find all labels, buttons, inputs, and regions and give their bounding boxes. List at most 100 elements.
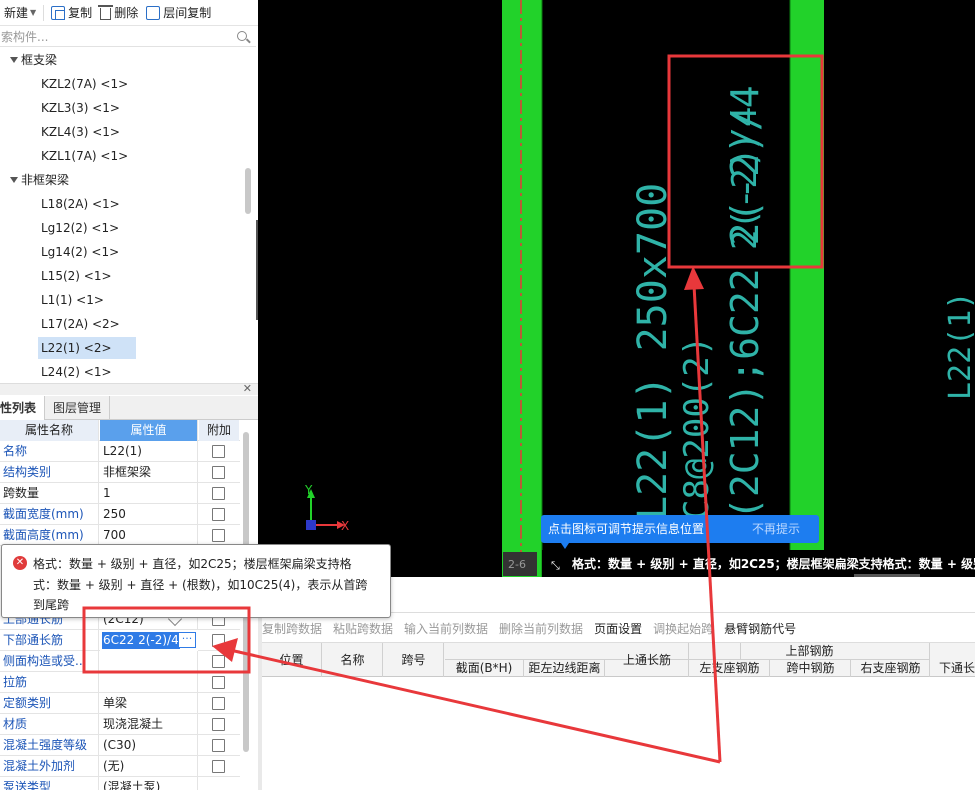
property-row[interactable]: 拉筋 xyxy=(0,672,240,693)
copy-span-button[interactable]: 复制跨数据 xyxy=(262,619,322,639)
property-value[interactable]: (C30) xyxy=(100,735,198,756)
extra-checkbox[interactable] xyxy=(212,739,225,752)
extra-checkbox[interactable] xyxy=(212,697,225,710)
property-row[interactable]: 结构类别 非框架梁 xyxy=(0,462,240,483)
property-row[interactable]: 定额类别 单梁 xyxy=(0,693,240,714)
property-row[interactable]: 材质 现浇混凝土 xyxy=(0,714,240,735)
property-row[interactable]: 截面宽度(mm) 250 xyxy=(0,504,240,525)
tooltip-line-2: 式：数量 + 级别 + 直径 + (根数)，如10C25(4)，表示从首跨 xyxy=(33,578,368,592)
span-toolbar: 复制跨数据 粘贴跨数据 输入当前列数据 删除当前列数据 页面设置 调换起始跨 悬… xyxy=(262,619,807,639)
tree-group-l[interactable]: 非框架梁 xyxy=(10,168,69,192)
header-extra: 附加 xyxy=(199,420,239,441)
property-row[interactable]: 泵送类型 (混凝土泵) xyxy=(0,777,240,790)
floor-copy-icon xyxy=(146,5,161,20)
bottom-rebar-input[interactable]: 6C22 2(-2)/4 xyxy=(102,632,180,649)
extra-checkbox[interactable] xyxy=(212,508,225,521)
copy-button[interactable]: 复制 xyxy=(47,2,96,24)
input-column-button[interactable]: 输入当前列数据 xyxy=(404,619,488,639)
extra-checkbox[interactable] xyxy=(212,445,225,458)
delete-label: 删除 xyxy=(114,6,139,20)
extra-checkbox[interactable] xyxy=(212,529,225,542)
chevron-down-icon[interactable]: ▼ xyxy=(30,8,36,17)
tree-item[interactable]: L15(2) <1> xyxy=(38,265,115,287)
property-name: 混凝土强度等级 xyxy=(0,735,99,756)
expand-icon[interactable] xyxy=(10,57,18,63)
tree-item[interactable]: KZL3(3) <1> xyxy=(38,97,123,119)
property-value[interactable]: 现浇混凝土 xyxy=(100,714,198,735)
property-value[interactable]: (无) xyxy=(100,756,198,777)
floor-copy-label: 层间复制 xyxy=(163,6,212,20)
extra-checkbox[interactable] xyxy=(212,487,225,500)
tree-group-label: 框支梁 xyxy=(21,53,58,67)
tree-item[interactable]: L1(1) <1> xyxy=(38,289,107,311)
property-value[interactable] xyxy=(100,672,198,693)
zoomed-rebar-text: 2(-2)/4 xyxy=(725,107,765,250)
property-value[interactable]: 非框架梁 xyxy=(100,462,198,483)
tree-item[interactable]: KZL2(7A) <1> xyxy=(38,73,131,95)
extra-cell xyxy=(199,756,239,777)
property-row[interactable]: 混凝土外加剂 (无) xyxy=(0,756,240,777)
cantilever-code-button[interactable]: 悬臂钢筋代号 xyxy=(724,619,796,639)
collapse-icon[interactable]: ⤡ xyxy=(551,559,560,572)
delete-button[interactable]: 删除 xyxy=(96,2,142,24)
x-axis-label: X xyxy=(341,519,349,533)
extra-checkbox[interactable] xyxy=(212,718,225,731)
property-name: 下部通长筋 xyxy=(0,630,99,651)
tree-item[interactable]: Lg12(2) <1> xyxy=(38,217,122,239)
tooltip-line-3: 到尾跨 xyxy=(33,598,70,612)
property-value[interactable]: 单梁 xyxy=(100,693,198,714)
extra-cell xyxy=(199,651,239,672)
tree-group-kzl[interactable]: 框支梁 xyxy=(10,48,57,72)
tree-item[interactable]: L17(2A) <2> xyxy=(38,313,123,335)
cad-canvas[interactable]: L22(1) 250x700 C8@200(2) (2C12);6C22 2(-… xyxy=(258,0,975,577)
hint-text: 点击图标可调节提示信息位置 xyxy=(548,521,704,536)
property-value[interactable]: L22(1) xyxy=(100,441,198,462)
extra-checkbox[interactable] xyxy=(212,466,225,479)
search-icon[interactable] xyxy=(237,31,247,41)
tab-properties[interactable]: 性列表 xyxy=(0,396,46,420)
floor-copy-button[interactable]: 层间复制 xyxy=(142,2,215,24)
extra-cell xyxy=(199,714,239,735)
tree-item[interactable]: KZL4(3) <1> xyxy=(38,121,123,143)
property-row[interactable]: 名称 L22(1) xyxy=(0,441,240,462)
panel-splitter[interactable]: ✕ xyxy=(0,382,258,395)
property-row[interactable]: 跨数量 1 xyxy=(0,483,240,504)
property-value[interactable] xyxy=(100,651,198,672)
tree-item[interactable]: L18(2A) <1> xyxy=(38,193,123,215)
property-row[interactable]: 侧面构造或受... xyxy=(0,651,240,672)
new-button[interactable]: 新建 ▼ xyxy=(0,2,40,24)
close-icon[interactable]: ✕ xyxy=(243,382,252,395)
extra-checkbox[interactable] xyxy=(212,676,225,689)
delete-column-button[interactable]: 删除当前列数据 xyxy=(499,619,583,639)
tab-layers[interactable]: 图层管理 xyxy=(45,396,111,420)
property-row[interactable]: 混凝土强度等级 (C30) xyxy=(0,735,240,756)
extra-checkbox[interactable] xyxy=(212,655,225,668)
page-setup-button[interactable]: 页面设置 xyxy=(594,619,642,639)
extra-checkbox[interactable] xyxy=(212,634,225,647)
property-value[interactable]: (混凝土泵) xyxy=(100,777,198,790)
property-value[interactable]: 700 xyxy=(100,525,198,546)
tree-item[interactable]: KZL1(7A) <1> xyxy=(38,145,131,167)
property-value[interactable]: 250 xyxy=(100,504,198,525)
col-span-no: 跨号 xyxy=(384,643,444,677)
more-options-button[interactable]: ··· xyxy=(178,632,196,648)
tree-scrollbar[interactable] xyxy=(245,168,251,214)
paste-span-button[interactable]: 粘贴跨数据 xyxy=(333,619,393,639)
property-value[interactable]: 1 xyxy=(100,483,198,504)
stirrup-label: C8@200(2) xyxy=(677,336,717,520)
dismiss-hint-link[interactable]: 不再提示 xyxy=(752,521,800,536)
extra-cell xyxy=(199,462,239,483)
bottom-rebar-editor[interactable]: 6C22 2(-2)/4 ··· xyxy=(100,630,198,651)
swap-start-span-button[interactable]: 调换起始跨 xyxy=(653,619,713,639)
expand-icon[interactable] xyxy=(10,177,18,183)
property-row[interactable]: 截面高度(mm) 700 xyxy=(0,525,240,546)
extra-cell xyxy=(199,693,239,714)
extra-checkbox[interactable] xyxy=(212,760,225,773)
property-name: 混凝土外加剂 xyxy=(0,756,99,777)
header-name: 属性名称 xyxy=(0,420,99,441)
search-input[interactable]: 索构件... xyxy=(0,27,256,47)
tree-item-selected[interactable]: L22(1) <2> xyxy=(38,337,136,359)
property-name: 侧面构造或受... xyxy=(0,651,99,672)
tree-item[interactable]: L24(2) <1> xyxy=(38,361,115,383)
tree-item[interactable]: Lg14(2) <1> xyxy=(38,241,122,263)
